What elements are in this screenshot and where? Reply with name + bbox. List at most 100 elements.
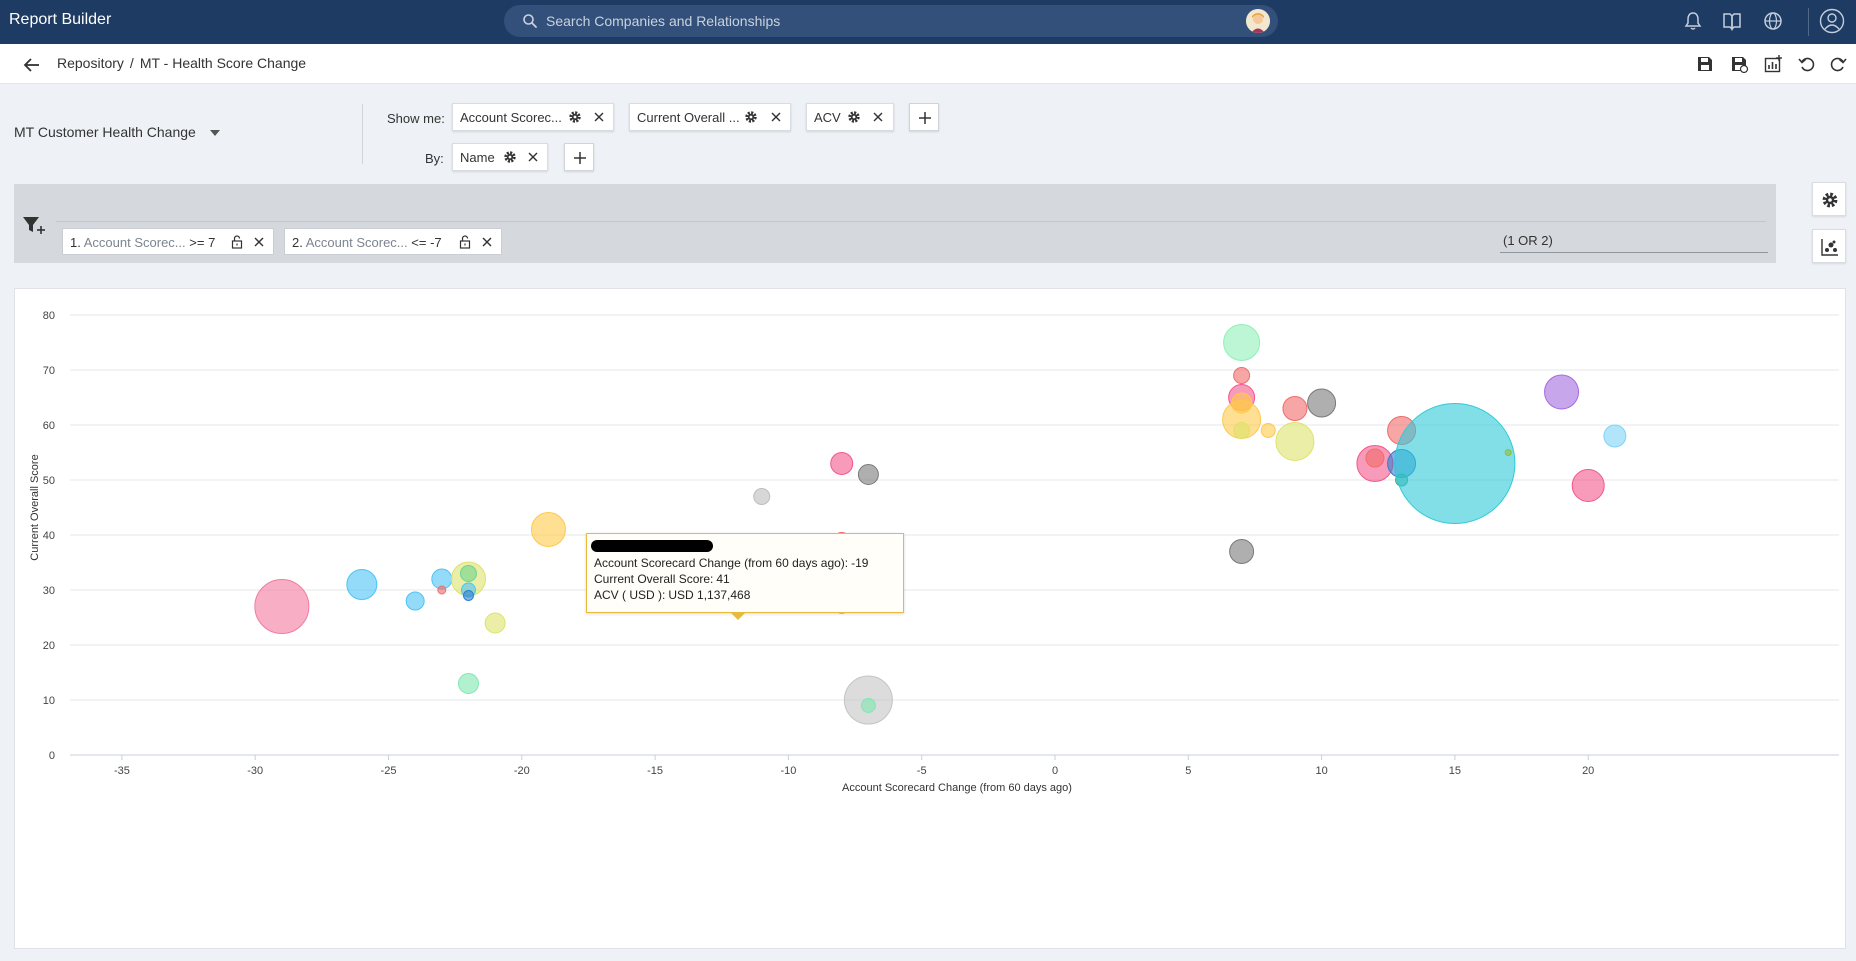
- bubble-point[interactable]: [753, 488, 771, 505]
- bubble-point[interactable]: [1260, 423, 1276, 438]
- field-chip-label: Name: [460, 150, 495, 165]
- x-tick-label: -30: [247, 765, 263, 777]
- bubble-point[interactable]: [1229, 539, 1255, 564]
- bubble-point[interactable]: [1571, 469, 1605, 502]
- redacted-account-name: [591, 540, 713, 552]
- bubble-point[interactable]: [462, 590, 474, 601]
- x-tick-label: 15: [1449, 765, 1461, 777]
- assistant-avatar-icon[interactable]: [1246, 9, 1270, 33]
- breadcrumb-item-repository[interactable]: Repository: [57, 55, 124, 71]
- close-icon[interactable]: [593, 111, 605, 123]
- bubble-point[interactable]: [437, 585, 447, 595]
- y-axis-title: Current Overall Score: [29, 454, 41, 560]
- bubble-point[interactable]: [1223, 324, 1261, 361]
- add-to-dashboard-icon[interactable]: [1763, 54, 1783, 74]
- add-show-me-field-button[interactable]: [909, 103, 939, 131]
- chart-settings-button[interactable]: [1812, 182, 1846, 216]
- x-tick-label: -25: [381, 765, 397, 777]
- x-tick-label: 5: [1185, 765, 1191, 777]
- show-me-field-chip[interactable]: Account Scorec...: [452, 103, 614, 131]
- redo-icon[interactable]: [1828, 54, 1848, 74]
- bubble-point[interactable]: [459, 565, 477, 582]
- close-icon[interactable]: [872, 111, 884, 123]
- bubble-point[interactable]: [1307, 388, 1337, 418]
- filter-value: 7: [208, 235, 216, 250]
- filter-chip[interactable]: 1. Account Scorec... >= 7: [62, 228, 274, 255]
- bubble-point[interactable]: [254, 579, 310, 634]
- bubble-point[interactable]: [346, 569, 378, 600]
- filter-field: Account Scorec...: [83, 235, 186, 250]
- show-me-label: Show me:: [387, 111, 445, 126]
- field-chip-label: ACV: [814, 110, 841, 125]
- y-tick-label: 30: [43, 585, 55, 597]
- y-tick-label: 70: [43, 365, 55, 377]
- book-icon[interactable]: [1720, 9, 1744, 33]
- bubble-chart-icon: [1821, 239, 1838, 256]
- search-icon: [523, 14, 537, 28]
- close-icon[interactable]: [527, 151, 539, 163]
- filter-divider: [56, 221, 1766, 222]
- filter-operator: >=: [189, 235, 205, 250]
- bubble-point[interactable]: [830, 452, 854, 475]
- save-as-icon[interactable]: [1729, 54, 1749, 74]
- y-tick-label: 80: [43, 310, 55, 322]
- bubble-point[interactable]: [530, 512, 566, 547]
- bubble-point[interactable]: [857, 464, 879, 485]
- bubble-point[interactable]: [1504, 449, 1512, 456]
- bubble-chart[interactable]: 0102030405060708090-40-35-30-25-20-15-10…: [15, 289, 1845, 948]
- search-input[interactable]: [546, 9, 1226, 33]
- bubble-point[interactable]: [1394, 403, 1516, 524]
- bubble-point[interactable]: [484, 612, 506, 634]
- x-tick-label: -35: [114, 765, 130, 777]
- gear-icon[interactable]: [744, 110, 758, 124]
- gear-icon: [1822, 192, 1838, 208]
- gear-icon[interactable]: [847, 110, 861, 124]
- undo-icon[interactable]: [1797, 54, 1817, 74]
- bubble-point[interactable]: [1365, 448, 1385, 468]
- x-tick-label: -5: [917, 765, 927, 777]
- report-name-dropdown[interactable]: MT Customer Health Change: [14, 124, 196, 140]
- bubble-point[interactable]: [1282, 396, 1308, 421]
- breadcrumb: Repository / MT - Health Score Change: [57, 55, 306, 71]
- tooltip-y-label: Current Overall Score:: [594, 572, 714, 586]
- topbar-divider: [1808, 8, 1809, 36]
- show-me-field-chip[interactable]: Current Overall ...: [629, 103, 791, 131]
- bubble-point[interactable]: [405, 591, 425, 611]
- bubble-point[interactable]: [1544, 374, 1580, 410]
- y-tick-label: 60: [43, 420, 55, 432]
- bell-icon[interactable]: [1681, 9, 1705, 33]
- bubble-point[interactable]: [1603, 424, 1627, 448]
- globe-icon[interactable]: [1761, 9, 1785, 33]
- gear-icon[interactable]: [503, 150, 517, 164]
- field-chip-label: Account Scorec...: [460, 110, 562, 125]
- filter-logic-field[interactable]: [1500, 229, 1768, 253]
- filter-chip[interactable]: 2. Account Scorec... <= -7: [284, 228, 502, 255]
- add-filter-icon[interactable]: [22, 214, 46, 236]
- plus-icon: [919, 112, 931, 124]
- back-arrow-icon[interactable]: [22, 55, 42, 75]
- tooltip-size-value: USD 1,137,468: [668, 588, 751, 602]
- filter-logic-input[interactable]: [1500, 229, 1768, 248]
- by-field-chip[interactable]: Name: [452, 143, 548, 171]
- save-icon[interactable]: [1695, 54, 1715, 74]
- breadcrumb-item-report: MT - Health Score Change: [139, 55, 307, 71]
- close-icon[interactable]: [770, 111, 782, 123]
- chevron-down-icon[interactable]: [210, 130, 220, 136]
- unlock-icon[interactable]: [459, 235, 471, 249]
- gear-icon[interactable]: [568, 110, 582, 124]
- bubble-point[interactable]: [1233, 367, 1251, 384]
- add-by-field-button[interactable]: [564, 143, 594, 171]
- global-search[interactable]: [504, 5, 1278, 37]
- bubble-point[interactable]: [860, 698, 876, 713]
- close-icon[interactable]: [253, 236, 265, 248]
- unlock-icon[interactable]: [231, 235, 243, 249]
- bubble-point[interactable]: [457, 673, 479, 694]
- show-me-field-chip[interactable]: ACV: [806, 103, 894, 131]
- close-icon[interactable]: [481, 236, 493, 248]
- tooltip-y-value: 41: [716, 572, 730, 586]
- chart-type-button[interactable]: [1812, 229, 1846, 263]
- user-icon[interactable]: [1819, 8, 1845, 34]
- bubble-point[interactable]: [1275, 422, 1315, 461]
- bubble-point[interactable]: [1233, 422, 1251, 439]
- x-tick-label: 0: [1052, 765, 1058, 777]
